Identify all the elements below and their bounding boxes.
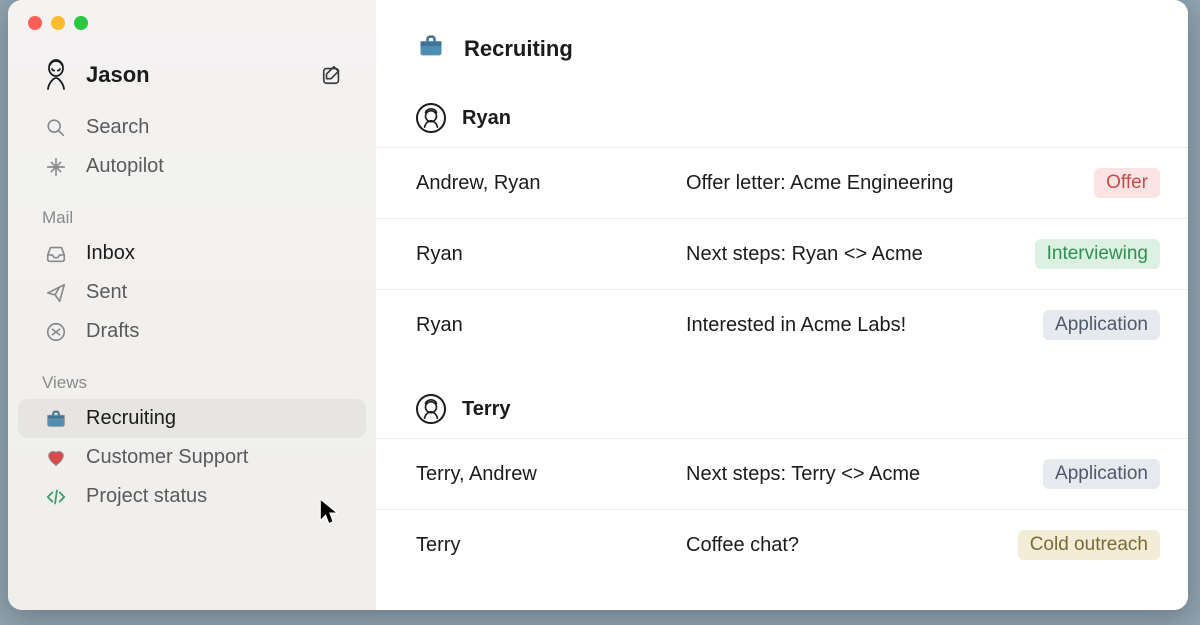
sidebar-item-project-status[interactable]: Project status — [8, 477, 376, 516]
briefcase-icon — [42, 408, 70, 430]
mail-subject: Interested in Acme Labs! — [686, 314, 1043, 337]
mail-row[interactable]: Ryan Interested in Acme Labs! Applicatio… — [376, 289, 1188, 360]
sidebar-item-label: Search — [86, 116, 149, 139]
avatar — [42, 58, 70, 92]
sidebar-item-label: Project status — [86, 485, 207, 508]
status-badge: Offer — [1094, 168, 1160, 198]
sparkle-icon — [42, 156, 70, 178]
mail-sender: Ryan — [416, 243, 686, 266]
mail-subject: Offer letter: Acme Engineering — [686, 172, 1094, 195]
status-badge: Application — [1043, 459, 1160, 489]
group-separator — [376, 360, 1188, 384]
code-icon — [42, 486, 70, 508]
group-person-name: Ryan — [462, 107, 511, 130]
mail-subject: Coffee chat? — [686, 534, 1018, 557]
sidebar-item-inbox[interactable]: Inbox — [8, 234, 376, 273]
sidebar-item-label: Sent — [86, 281, 127, 304]
sidebar-item-recruiting[interactable]: Recruiting — [18, 399, 366, 438]
sidebar-item-label: Drafts — [86, 320, 139, 343]
sidebar-item-customer-support[interactable]: Customer Support — [8, 438, 376, 477]
sidebar-section-views: Views — [8, 351, 376, 399]
avatar — [416, 394, 446, 424]
sidebar-item-sent[interactable]: Sent — [8, 273, 376, 312]
mail-row[interactable]: Andrew, Ryan Offer letter: Acme Engineer… — [376, 147, 1188, 218]
close-window-button[interactable] — [28, 16, 42, 30]
main-header: Recruiting — [376, 0, 1188, 93]
fullscreen-window-button[interactable] — [74, 16, 88, 30]
main-panel: Recruiting Ryan Andrew, Ryan Offer lette… — [376, 0, 1188, 610]
sidebar-item-label: Autopilot — [86, 155, 164, 178]
mail-sender: Ryan — [416, 314, 686, 337]
mail-row[interactable]: Terry, Andrew Next steps: Terry <> Acme … — [376, 438, 1188, 509]
inbox-icon — [42, 243, 70, 265]
group-header[interactable]: Terry — [376, 384, 1188, 438]
mail-row[interactable]: Ryan Next steps: Ryan <> Acme Interviewi… — [376, 218, 1188, 289]
drafts-icon — [42, 321, 70, 343]
sidebar-item-search[interactable]: Search — [8, 108, 376, 147]
mail-sender: Terry — [416, 534, 686, 557]
mail-row[interactable]: Terry Coffee chat? Cold outreach — [376, 509, 1188, 580]
sidebar-section-mail: Mail — [8, 186, 376, 234]
compose-button[interactable] — [318, 61, 346, 89]
sidebar-item-autopilot[interactable]: Autopilot — [8, 147, 376, 186]
briefcase-icon — [416, 32, 446, 65]
sidebar-item-label: Recruiting — [86, 407, 176, 430]
status-badge: Cold outreach — [1018, 530, 1160, 560]
avatar — [416, 103, 446, 133]
page-title: Recruiting — [464, 36, 573, 62]
group-header[interactable]: Ryan — [376, 93, 1188, 147]
search-icon — [42, 117, 70, 139]
group-person-name: Terry — [462, 398, 511, 421]
heart-icon — [42, 447, 70, 469]
mail-sender: Terry, Andrew — [416, 463, 686, 486]
status-badge: Application — [1043, 310, 1160, 340]
mail-subject: Next steps: Ryan <> Acme — [686, 243, 1035, 266]
paper-plane-icon — [42, 282, 70, 304]
sidebar-item-drafts[interactable]: Drafts — [8, 312, 376, 351]
minimize-window-button[interactable] — [51, 16, 65, 30]
app-window: Jason Search Autopilot Mail Inbox — [8, 0, 1188, 610]
mail-sender: Andrew, Ryan — [416, 172, 686, 195]
window-traffic-lights — [8, 16, 376, 50]
mail-subject: Next steps: Terry <> Acme — [686, 463, 1043, 486]
sidebar-item-label: Customer Support — [86, 446, 248, 469]
status-badge: Interviewing — [1035, 239, 1160, 269]
sidebar-item-label: Inbox — [86, 242, 135, 265]
sidebar: Jason Search Autopilot Mail Inbox — [8, 0, 376, 610]
profile-name: Jason — [86, 62, 318, 88]
profile-row[interactable]: Jason — [8, 50, 376, 108]
